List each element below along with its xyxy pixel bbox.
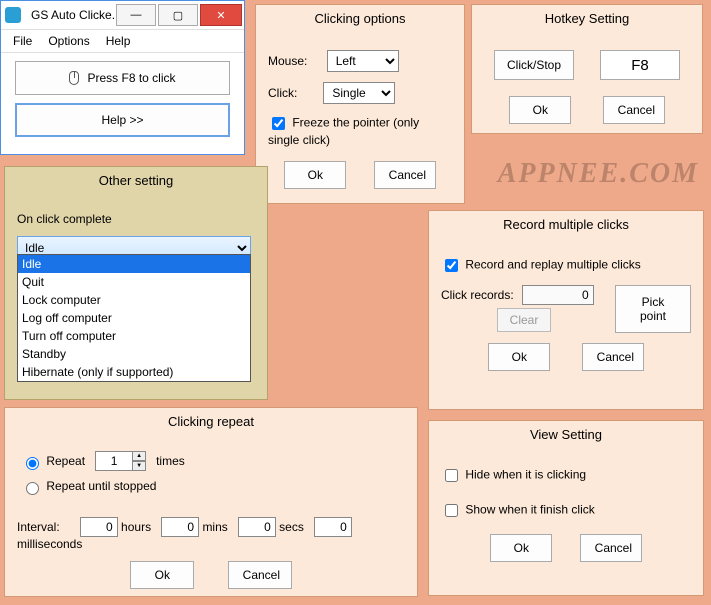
show-when-finish-label: Show when it finish click: [465, 503, 594, 517]
mouse-icon: [69, 71, 79, 85]
hide-when-clicking-label: Hide when it is clicking: [465, 468, 586, 482]
minimize-button[interactable]: —: [116, 4, 156, 26]
pick-point-button[interactable]: Pick point: [615, 285, 691, 333]
dropdown-option-logoff[interactable]: Log off computer: [18, 309, 250, 327]
repeat-until-stopped-label: Repeat until stopped: [46, 479, 156, 493]
maximize-button[interactable]: ▢: [158, 4, 198, 26]
view-setting-title: View Setting: [429, 421, 703, 448]
times-label: times: [156, 454, 185, 468]
clicking-options-title: Clicking options: [256, 5, 464, 32]
other-setting-title: Other setting: [5, 167, 267, 194]
dropdown-option-hibernate[interactable]: Hibernate (only if supported): [18, 363, 250, 381]
interval-mins-input[interactable]: [161, 517, 199, 537]
watermark: APPNEE.COM: [498, 158, 699, 190]
hours-label: hours: [121, 520, 151, 534]
menu-file[interactable]: File: [5, 32, 40, 50]
mouse-label: Mouse:: [268, 54, 307, 68]
interval-secs-input[interactable]: [238, 517, 276, 537]
ok-button[interactable]: Ok: [509, 96, 571, 124]
on-click-complete-label: On click complete: [17, 212, 255, 226]
record-multiple-clicks-panel: Record multiple clicks Record and replay…: [428, 210, 704, 410]
cancel-button[interactable]: Cancel: [603, 96, 665, 124]
hotkey-setting-panel: Hotkey Setting Click/Stop F8 Ok Cancel: [471, 4, 703, 134]
mins-label: mins: [202, 520, 227, 534]
clicking-repeat-title: Clicking repeat: [5, 408, 417, 435]
mouse-select[interactable]: Left: [327, 50, 399, 72]
record-title: Record multiple clicks: [429, 211, 703, 238]
dropdown-option-turnoff[interactable]: Turn off computer: [18, 327, 250, 345]
record-replay-label: Record and replay multiple clicks: [465, 258, 640, 272]
click-label: Click:: [268, 86, 297, 100]
interval-hours-input[interactable]: [80, 517, 118, 537]
dropdown-option-idle[interactable]: Idle: [18, 255, 250, 273]
interval-ms-input[interactable]: [314, 517, 352, 537]
cancel-button[interactable]: Cancel: [228, 561, 292, 589]
click-records-label: Click records:: [441, 288, 514, 302]
freeze-pointer-checkbox[interactable]: [272, 117, 285, 130]
cancel-button[interactable]: Cancel: [582, 343, 644, 371]
secs-label: secs: [279, 520, 304, 534]
freeze-pointer-label: Freeze the pointer (only single click): [268, 116, 419, 147]
interval-label: Interval:: [17, 520, 60, 534]
cancel-button[interactable]: Cancel: [580, 534, 642, 562]
menu-help[interactable]: Help: [98, 32, 139, 50]
click-records-value: [522, 285, 594, 305]
hotkey-display[interactable]: F8: [600, 50, 680, 80]
view-setting-panel: View Setting Hide when it is clicking Sh…: [428, 420, 704, 596]
menu-bar: File Options Help: [1, 29, 244, 53]
press-f8-label: Press F8 to click: [87, 71, 175, 85]
ok-button[interactable]: Ok: [130, 561, 194, 589]
show-when-finish-checkbox[interactable]: [445, 504, 458, 517]
clear-button[interactable]: Clear: [497, 308, 552, 332]
record-replay-checkbox[interactable]: [445, 259, 458, 272]
click-stop-button[interactable]: Click/Stop: [494, 50, 574, 80]
clicking-repeat-panel: Clicking repeat Repeat ▲ ▼ times Repeat …: [4, 407, 418, 597]
titlebar: GS Auto Clicke... — ▢ ✕: [1, 1, 244, 29]
on-click-complete-dropdown[interactable]: Idle Quit Lock computer Log off computer…: [17, 254, 251, 382]
click-select[interactable]: Single: [323, 82, 395, 104]
press-f8-button[interactable]: Press F8 to click: [15, 61, 230, 95]
spinner-down[interactable]: ▼: [132, 461, 146, 471]
app-icon: [5, 7, 21, 23]
clicking-options-panel: Clicking options Mouse: Left Click: Sing…: [255, 4, 465, 204]
spinner-up[interactable]: ▲: [132, 451, 146, 461]
window-title: GS Auto Clicke...: [25, 8, 116, 22]
ok-button[interactable]: Ok: [490, 534, 552, 562]
repeat-times-input[interactable]: [95, 451, 133, 471]
ms-label: milliseconds: [17, 537, 82, 551]
hotkey-title: Hotkey Setting: [472, 5, 702, 32]
close-button[interactable]: ✕: [200, 4, 242, 26]
ok-button[interactable]: Ok: [284, 161, 346, 189]
main-window: GS Auto Clicke... — ▢ ✕ File Options Hel…: [0, 0, 245, 155]
dropdown-option-quit[interactable]: Quit: [18, 273, 250, 291]
menu-options[interactable]: Options: [40, 32, 97, 50]
repeat-n-times-radio[interactable]: [26, 457, 39, 470]
help-button[interactable]: Help >>: [15, 103, 230, 137]
dropdown-option-lock[interactable]: Lock computer: [18, 291, 250, 309]
hide-when-clicking-checkbox[interactable]: [445, 469, 458, 482]
help-button-label: Help >>: [101, 113, 143, 127]
ok-button[interactable]: Ok: [488, 343, 550, 371]
dropdown-option-standby[interactable]: Standby: [18, 345, 250, 363]
repeat-label: Repeat: [46, 454, 85, 468]
repeat-until-stopped-radio[interactable]: [26, 482, 39, 495]
cancel-button[interactable]: Cancel: [374, 161, 436, 189]
